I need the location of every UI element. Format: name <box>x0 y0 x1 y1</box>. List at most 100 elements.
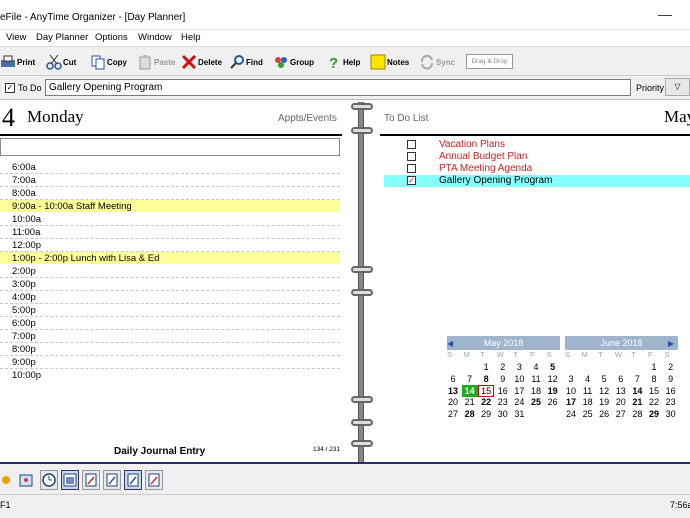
time-slot[interactable]: 8:00p <box>0 343 340 356</box>
calendar-day[interactable]: 16 <box>495 385 511 397</box>
calendar-day[interactable]: 30 <box>495 408 511 420</box>
calendar-day[interactable]: 14 <box>629 385 645 397</box>
calendar-day[interactable]: 4 <box>528 361 544 373</box>
calendar-day[interactable]: 13 <box>445 385 461 397</box>
calendar-day[interactable]: 22 <box>646 396 662 408</box>
todo-item-selected[interactable]: ✓ Gallery Opening Program <box>384 175 690 187</box>
calendar-day[interactable]: 6 <box>613 373 629 385</box>
todo-checkbox[interactable]: ✓ <box>5 83 15 93</box>
calendar-day[interactable]: 7 <box>629 373 645 385</box>
next-month-arrow-icon[interactable]: ▶ <box>668 339 674 348</box>
time-slot[interactable]: 7:00a <box>0 174 340 187</box>
drag-drop-area[interactable]: Drag & Drop <box>466 54 513 69</box>
calendar-day[interactable]: 2 <box>663 361 679 373</box>
calendar-day[interactable]: 24 <box>511 396 527 408</box>
calendar-day[interactable]: 10 <box>563 385 579 397</box>
calendar-day[interactable]: 17 <box>511 385 527 397</box>
contact-icon[interactable] <box>18 471 34 489</box>
time-slot[interactable]: 10:00p <box>0 369 340 382</box>
calendar-day[interactable]: 27 <box>613 408 629 420</box>
daily-journal-entry[interactable]: Daily Journal Entry <box>114 446 205 457</box>
calendar-day[interactable]: 15 <box>478 384 495 397</box>
todo-item[interactable]: PTA Meeting Agenda <box>384 163 690 175</box>
todo-item[interactable]: Annual Budget Plan <box>384 151 690 163</box>
calendar-day[interactable]: 17 <box>563 396 579 408</box>
calendar-day[interactable]: 3 <box>511 361 527 373</box>
copy-button[interactable]: Copy <box>90 51 127 73</box>
notes-view-button[interactable] <box>103 470 121 490</box>
time-slot[interactable]: 7:00p <box>0 330 340 343</box>
calendar-day[interactable]: 25 <box>528 396 544 408</box>
calendar-day[interactable]: 21 <box>629 396 645 408</box>
calendar-day[interactable]: 23 <box>663 396 679 408</box>
todo-item-checkbox[interactable] <box>407 152 416 161</box>
calendar-day[interactable]: 14 <box>461 384 478 397</box>
todo-view-button[interactable] <box>124 470 142 490</box>
cut-button[interactable]: Cut <box>46 51 76 73</box>
calendar-day[interactable]: 26 <box>545 396 561 408</box>
memo-view-button[interactable] <box>145 470 163 490</box>
calendar-day[interactable]: 5 <box>545 361 561 373</box>
journal-view-button[interactable] <box>82 470 100 490</box>
paste-button[interactable]: Paste <box>137 51 175 73</box>
time-slot[interactable]: 8:00a <box>0 187 340 200</box>
calendar-day[interactable]: 16 <box>663 385 679 397</box>
time-slot[interactable]: 3:00p <box>0 278 340 291</box>
menu-view[interactable]: View <box>6 32 26 43</box>
calendar-day[interactable]: 18 <box>528 385 544 397</box>
time-slot[interactable]: 6:00p <box>0 317 340 330</box>
time-slot[interactable]: 2:00p <box>0 265 340 278</box>
delete-button[interactable]: Delete <box>181 51 222 73</box>
calendar-day[interactable]: 8 <box>478 373 494 385</box>
calendar-day[interactable]: 26 <box>596 408 612 420</box>
menu-help[interactable]: Help <box>181 32 201 43</box>
calendar-day[interactable]: 24 <box>563 408 579 420</box>
calendar-day[interactable]: 13 <box>613 385 629 397</box>
menu-day-planner[interactable]: Day Planner <box>36 32 88 43</box>
find-button[interactable]: Find <box>229 51 263 73</box>
calendar-day[interactable]: 29 <box>478 408 494 420</box>
calendar-day[interactable]: 30 <box>663 408 679 420</box>
calendar-day[interactable]: 15 <box>646 385 662 397</box>
group-button[interactable]: Group <box>273 51 314 73</box>
calendar-day[interactable]: 19 <box>545 385 561 397</box>
calendar-day[interactable]: 6 <box>445 373 461 385</box>
calendar-day[interactable]: 5 <box>596 373 612 385</box>
calendar-day[interactable]: 8 <box>646 373 662 385</box>
calendar-day[interactable]: 28 <box>629 408 645 420</box>
todo-item-checkbox[interactable] <box>407 140 416 149</box>
calendar-day[interactable]: 10 <box>511 373 527 385</box>
calendar-day[interactable]: 9 <box>495 373 511 385</box>
todo-item-checkbox[interactable] <box>407 164 416 173</box>
calendar-day[interactable]: 22 <box>478 396 494 408</box>
calendar-day[interactable]: 11 <box>580 385 596 397</box>
calendar-day[interactable]: 19 <box>596 396 612 408</box>
calendar-day[interactable]: 1 <box>478 361 494 373</box>
calendar-day[interactable]: 2 <box>495 361 511 373</box>
calendar-day[interactable]: 11 <box>528 373 544 385</box>
calendar-day[interactable]: 28 <box>462 408 478 420</box>
calendar-day[interactable]: 12 <box>545 373 561 385</box>
time-slot[interactable]: 5:00p <box>0 304 340 317</box>
print-button[interactable]: Print <box>0 51 35 73</box>
calendar-day[interactable]: 23 <box>495 396 511 408</box>
calendar-day[interactable]: 12 <box>596 385 612 397</box>
prev-month-arrow-icon[interactable]: ◀ <box>447 339 453 348</box>
priority-dropdown[interactable]: ▽ <box>665 78 690 96</box>
calendar-day[interactable]: 18 <box>580 396 596 408</box>
time-slot[interactable]: 10:00a <box>0 213 340 226</box>
minimize-button[interactable]: — <box>658 6 672 22</box>
calendar-day[interactable]: 31 <box>511 408 527 420</box>
calendar-day[interactable]: 25 <box>580 408 596 420</box>
sun-icon[interactable] <box>0 472 14 488</box>
calendar-day[interactable]: 3 <box>563 373 579 385</box>
todo-item-checkbox[interactable]: ✓ <box>407 176 416 185</box>
calendar-day[interactable]: 9 <box>663 373 679 385</box>
notes-button[interactable]: Notes <box>370 51 409 73</box>
calendar-day[interactable]: 1 <box>646 361 662 373</box>
menu-options[interactable]: Options <box>95 32 128 43</box>
time-slot[interactable]: 4:00p <box>0 291 340 304</box>
time-slot[interactable]: 6:00a <box>0 161 340 174</box>
time-slot[interactable]: 9:00p <box>0 356 340 369</box>
todo-input[interactable]: Gallery Opening Program <box>45 79 631 96</box>
